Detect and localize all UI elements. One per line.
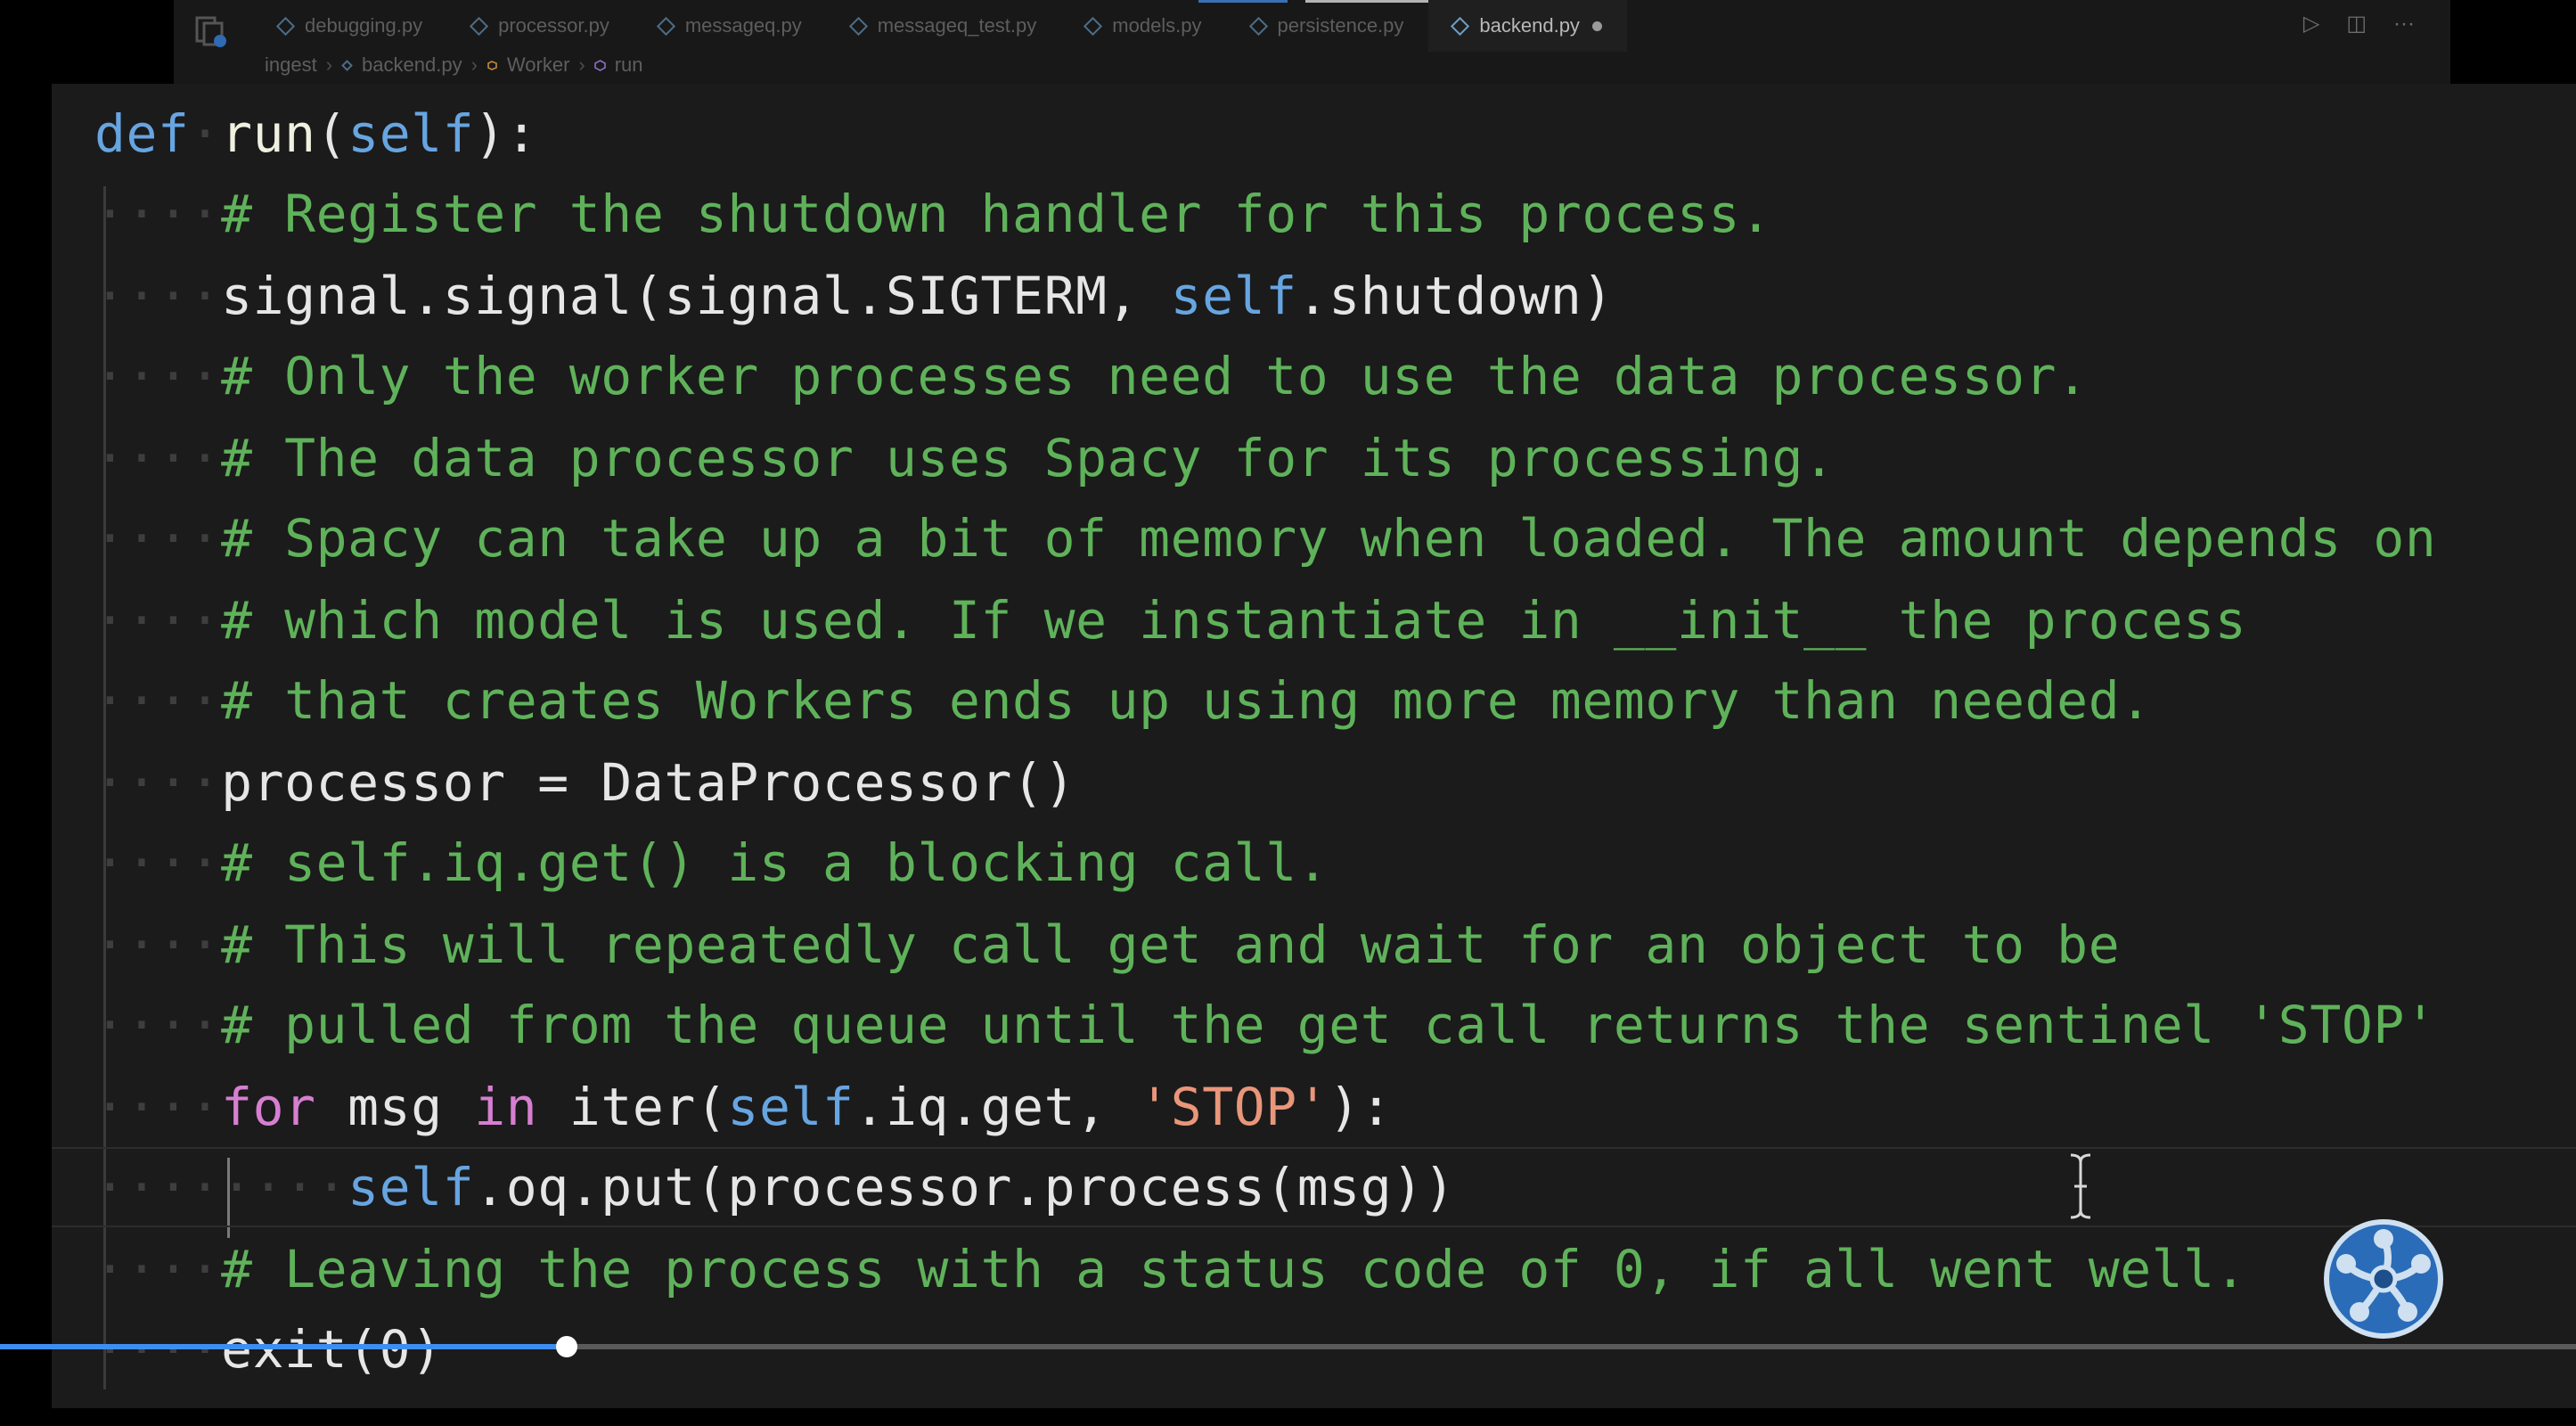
python-file-icon: [656, 16, 675, 36]
code-line-16[interactable]: ····exit(0): [94, 1309, 443, 1389]
tab-label: messageq.py: [684, 14, 802, 37]
code-line-2[interactable]: ····# Register the shutdown handler for …: [94, 174, 1772, 254]
code-line-12[interactable]: ····# pulled from the queue until the ge…: [94, 985, 2436, 1065]
tab-processor[interactable]: processor.py: [447, 0, 634, 52]
tab-debugging[interactable]: debugging.py: [254, 0, 447, 52]
chevron-right-icon: ›: [470, 53, 478, 76]
breadcrumb-file[interactable]: backend.py: [362, 53, 462, 77]
python-file-icon: [1248, 16, 1268, 36]
chevron-right-icon: ›: [325, 53, 333, 76]
python-file-icon: [1084, 16, 1103, 36]
unsaved-dot-icon[interactable]: [1591, 20, 1602, 31]
run-icon[interactable]: ▷: [2303, 11, 2319, 37]
tab-label: persistence.py: [1277, 14, 1404, 37]
breadcrumb-folder[interactable]: ingest: [265, 53, 317, 77]
channel-logo-icon[interactable]: [2317, 1212, 2450, 1346]
code-line-1[interactable]: def·run(self):: [94, 94, 537, 174]
video-scrubber-handle[interactable]: [556, 1336, 578, 1357]
python-file-icon: [1451, 16, 1470, 36]
editor-actions: ▷ ◫ ···: [2303, 11, 2415, 37]
tab-messageq-test[interactable]: messageq_test.py: [827, 0, 1062, 52]
code-line-6[interactable]: ····# Spacy can take up a bit of memory …: [94, 498, 2436, 578]
code-line-9[interactable]: ····processor = DataProcessor(): [94, 742, 1075, 823]
python-file-icon: [341, 59, 353, 71]
method-icon: [593, 59, 606, 71]
code-editor[interactable]: def·run(self): ····# Register the shutdo…: [51, 84, 2576, 1408]
code-line-4[interactable]: ····# Only the worker processes need to …: [94, 336, 2089, 416]
python-file-icon: [848, 16, 868, 36]
code-line-11[interactable]: ····# This will repeatedly call get and …: [94, 905, 2120, 985]
tab-backend[interactable]: backend.py: [1428, 0, 1627, 52]
code-line-7[interactable]: ····# which model is used. If we instant…: [94, 580, 2246, 660]
tab-label: backend.py: [1479, 14, 1580, 37]
explorer-icon[interactable]: [192, 12, 227, 48]
tab-persistence[interactable]: persistence.py: [1227, 0, 1429, 52]
code-line-5[interactable]: ····# The data processor uses Spacy for …: [94, 418, 1836, 498]
python-file-icon: [275, 16, 296, 36]
breadcrumb-class[interactable]: Worker: [507, 53, 570, 77]
tab-messageq[interactable]: messageq.py: [634, 0, 827, 52]
tab-label: processor.py: [498, 14, 609, 37]
video-progress-fill: [0, 1344, 568, 1349]
editor-title-bar: debugging.py processor.py messageq.py me…: [174, 0, 2450, 84]
class-icon: [487, 60, 497, 70]
breadcrumb-symbol[interactable]: run: [615, 53, 643, 77]
breadcrumb: ingest › backend.py › Worker › run: [265, 53, 643, 77]
code-line-14[interactable]: ········self.oq.put(processor.process(ms…: [51, 1147, 2576, 1227]
editor-tabs: debugging.py processor.py messageq.py me…: [254, 0, 1627, 52]
code-line-15[interactable]: ····# Leaving the process with a status …: [94, 1229, 2246, 1309]
split-editor-icon[interactable]: ◫: [2346, 11, 2367, 37]
code-line-3[interactable]: ····signal.signal(signal.SIGTERM, self.s…: [94, 256, 1614, 336]
tab-label: models.py: [1112, 14, 1202, 37]
code-line-13[interactable]: ····for msg in iter(self.iq.get, 'STOP')…: [94, 1067, 1392, 1147]
python-file-icon: [470, 16, 489, 36]
chevron-right-icon: ›: [578, 53, 585, 76]
tab-label: debugging.py: [305, 14, 423, 37]
tab-models[interactable]: models.py: [1061, 0, 1226, 52]
code-line-8[interactable]: ····# that creates Workers ends up using…: [94, 660, 2152, 741]
tab-label: messageq_test.py: [877, 14, 1037, 37]
text-cursor-icon: [2070, 1153, 2091, 1219]
more-actions-icon[interactable]: ···: [2393, 12, 2415, 37]
code-line-10[interactable]: ····# self.iq.get() is a blocking call.: [94, 823, 1329, 903]
video-progress-bar[interactable]: [0, 1336, 2576, 1357]
